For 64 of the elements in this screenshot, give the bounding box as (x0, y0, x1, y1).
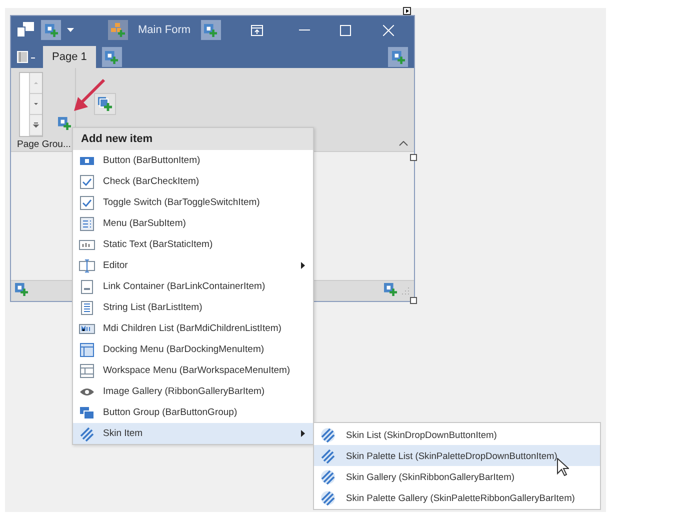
group-item-icon (79, 404, 95, 420)
window-title: Main Form (138, 24, 191, 36)
skin-item-icon (320, 468, 336, 484)
menu-item[interactable]: String List (BarListItem) (73, 297, 313, 318)
app-logo-icon (17, 22, 35, 38)
add-item-icon[interactable] (58, 117, 71, 130)
link-item-icon (79, 278, 95, 294)
menu-item[interactable]: Mdi Children List (BarMdiChildrenListItem) (73, 318, 313, 339)
menu-item[interactable]: Check (BarCheckItem) (73, 171, 313, 192)
menu-item[interactable]: Button (BarButtonItem) (73, 150, 313, 171)
size-grip-icon[interactable] (401, 286, 410, 296)
add-group-icon (98, 97, 112, 111)
maximize-icon[interactable] (340, 24, 351, 36)
add-item-icon[interactable] (392, 50, 404, 64)
restore-layout-icon[interactable] (250, 24, 263, 36)
add-item-icon[interactable] (204, 24, 218, 36)
skin-item-icon (79, 426, 95, 442)
add-page-button[interactable] (102, 47, 122, 67)
editor-item-icon (79, 258, 95, 274)
menu-item-icon (79, 216, 95, 232)
menu-item[interactable]: Workspace Menu (BarWorkspaceMenuItem) (73, 360, 313, 381)
pointer-arrow (72, 78, 106, 114)
menu-header: Add new item (73, 128, 313, 150)
add-item-icon[interactable] (44, 24, 58, 36)
add-item-button[interactable] (41, 20, 61, 40)
add-group-button[interactable] (94, 93, 116, 115)
menu-item[interactable]: Skin Palette Gallery (SkinPaletteRibbonGalleryBarItem) (314, 487, 600, 508)
minimize-icon[interactable] (298, 29, 310, 31)
page-group-label: Page Grou... (17, 139, 71, 150)
skin-item-icon (320, 448, 336, 464)
menu-item[interactable]: Skin List (SkinDropDownButtonItem) (314, 424, 600, 445)
skin-item-icon (320, 426, 336, 442)
menu-item[interactable]: Docking Menu (BarDockingMenuItem) (73, 339, 313, 360)
add-item-button[interactable] (200, 20, 221, 40)
menu-item[interactable]: Link Container (BarLinkContainerItem) (73, 276, 313, 297)
workspace-item-icon (79, 362, 95, 378)
add-item-icon[interactable] (15, 283, 28, 296)
check-item-icon (79, 194, 95, 210)
menu-item[interactable]: Toggle Switch (BarToggleSwitchItem) (73, 192, 313, 213)
collapse-ribbon-icon[interactable] (399, 141, 408, 146)
page-tab[interactable]: Page 1 (43, 46, 96, 68)
add-item-icon[interactable] (384, 283, 397, 296)
check-item-icon (79, 174, 95, 190)
menu-item[interactable]: Skin Item (73, 423, 313, 444)
menu-item[interactable]: Menu (BarSubItem) (73, 213, 313, 234)
selection-marker-icon (403, 7, 411, 15)
add-item-button[interactable] (388, 47, 408, 67)
close-icon[interactable] (382, 24, 394, 36)
menu-item[interactable]: Skin Palette List (SkinPaletteDropDownButtonItem) (314, 445, 600, 466)
gallery-expand-icon[interactable] (30, 115, 42, 136)
dropdown-caret-icon[interactable] (67, 28, 74, 32)
skin-item-icon (320, 490, 336, 506)
menu-item[interactable]: Button Group (BarButtonGroup) (73, 402, 313, 423)
resize-handle[interactable] (410, 154, 417, 161)
add-page-icon[interactable] (105, 50, 118, 64)
cluster-icon (111, 23, 125, 37)
menu-item[interactable]: Editor (73, 255, 313, 276)
docking-item-icon (79, 342, 95, 358)
list-item-icon (79, 300, 95, 316)
menu-item[interactable]: Static Text (BarStaticItem) (73, 234, 313, 255)
menu-item[interactable]: Image Gallery (RibbonGalleryBarItem) (73, 381, 313, 402)
view-menu-icon[interactable] (17, 51, 37, 63)
resize-handle[interactable] (410, 297, 417, 304)
mouse-cursor-icon (557, 458, 569, 476)
